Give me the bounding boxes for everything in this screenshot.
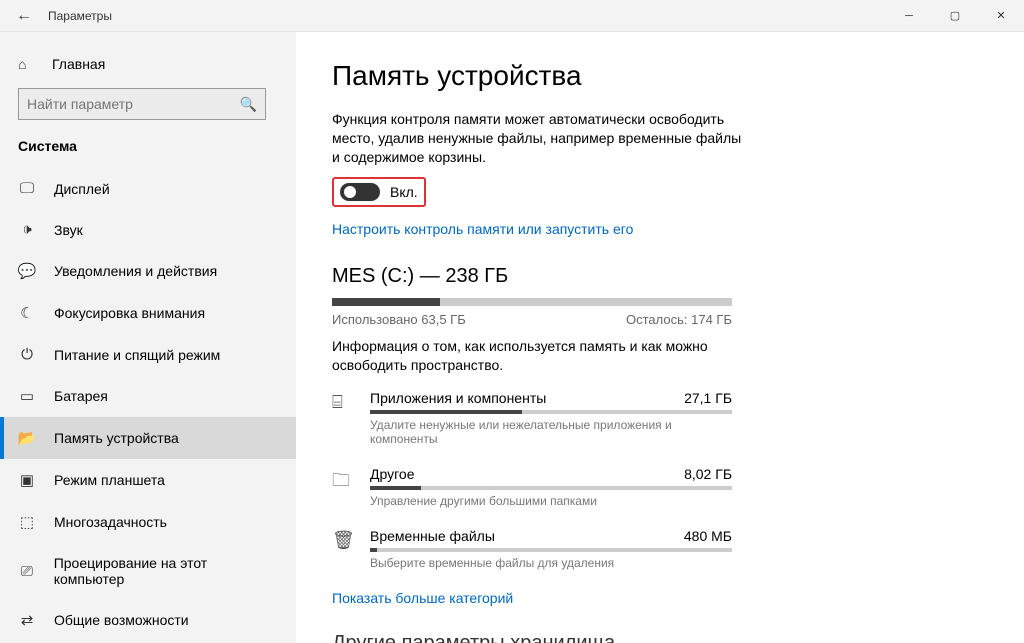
other-storage-heading: Другие параметры хранилища xyxy=(332,632,988,643)
content-pane: Память устройства Функция контроля памят… xyxy=(296,32,1024,643)
storage-sense-toggle[interactable] xyxy=(340,183,380,201)
search-input-wrapper[interactable]: 🔍 xyxy=(18,88,266,120)
sidebar-item-notify[interactable]: 💬 Уведомления и действия xyxy=(0,250,296,292)
sidebar-item-power[interactable]: ⏻ Питание и спящий режим xyxy=(0,334,296,375)
maximize-button[interactable]: ▢ xyxy=(932,0,978,32)
toggle-label: Вкл. xyxy=(390,184,418,200)
multitask-icon: ⬚ xyxy=(18,513,36,531)
category-bar xyxy=(370,548,732,552)
search-icon: 🔍 xyxy=(240,96,257,113)
drive-title: MES (C:) — 238 ГБ xyxy=(332,265,988,288)
back-button[interactable]: ← xyxy=(0,7,48,25)
category-name: Приложения и компоненты xyxy=(370,390,546,406)
tablet-icon: ▣ xyxy=(18,471,36,489)
sidebar-item-label: Проецирование на этот компьютер xyxy=(54,555,278,587)
drive-used-label: Использовано 63,5 ГБ xyxy=(332,312,466,327)
search-input[interactable] xyxy=(27,96,240,112)
other-icon: 🗀 xyxy=(332,466,354,498)
page-title: Память устройства xyxy=(332,60,988,92)
category-name: Временные файлы xyxy=(370,528,495,544)
drive-info-text: Информация о том, как используется памят… xyxy=(332,337,732,375)
sidebar-item-label: Дисплей xyxy=(54,181,110,197)
category-other[interactable]: 🗀 Другое 8,02 ГБ Управление другими большим… xyxy=(332,466,732,508)
notify-icon: 💬 xyxy=(18,262,36,280)
titlebar: ← Параметры ─ ▢ ✕ xyxy=(0,0,1024,32)
configure-storage-sense-link[interactable]: Настроить контроль памяти или запустить … xyxy=(332,221,988,237)
category-apps[interactable]: ⌸ Приложения и компоненты 27,1 ГБ Удалите н… xyxy=(332,390,732,446)
home-label: Главная xyxy=(52,56,105,72)
display-icon: 🖵 xyxy=(18,180,36,197)
sidebar-item-label: Батарея xyxy=(54,388,108,404)
sidebar-item-battery[interactable]: ▭ Батарея xyxy=(0,375,296,417)
window-title: Параметры xyxy=(48,9,886,23)
sidebar-item-storage[interactable]: 📂 Память устройства xyxy=(0,417,296,459)
category-sub: Удалите ненужные или нежелательные прило… xyxy=(370,418,732,446)
apps-icon: ⌸ xyxy=(332,390,354,413)
show-more-categories-link[interactable]: Показать больше категорий xyxy=(332,590,988,606)
sidebar-item-shared[interactable]: ⇄ Общие возможности xyxy=(0,599,296,641)
sidebar-item-project[interactable]: ⎚ Проецирование на этот компьютер xyxy=(0,543,296,599)
sidebar-item-tablet[interactable]: ▣ Режим планшета xyxy=(0,459,296,501)
sidebar-item-multitask[interactable]: ⬚ Многозадачность xyxy=(0,501,296,543)
category-sub: Выберите временные файлы для удаления xyxy=(370,556,732,570)
focus-icon: ☾ xyxy=(18,304,36,322)
category-bar xyxy=(370,410,732,414)
drive-free-label: Осталось: 174 ГБ xyxy=(626,312,732,327)
drive-usage-bar xyxy=(332,298,732,306)
power-icon: ⏻ xyxy=(18,346,36,363)
storage-sense-description: Функция контроля памяти может автоматиче… xyxy=(332,110,752,167)
shared-icon: ⇄ xyxy=(18,611,36,629)
project-icon: ⎚ xyxy=(18,563,36,580)
sidebar-item-display[interactable]: 🖵 Дисплей xyxy=(0,168,296,209)
sidebar-item-label: Фокусировка внимания xyxy=(54,305,205,321)
category-size: 27,1 ГБ xyxy=(684,390,732,406)
category-bar xyxy=(370,486,732,490)
minimize-button[interactable]: ─ xyxy=(886,0,932,32)
sidebar-section-label: Система xyxy=(0,132,296,168)
sidebar: ⌂ Главная 🔍 Система 🖵 Дисплей 🕩 Звук 💬 Уведом… xyxy=(0,32,296,643)
sidebar-item-sound[interactable]: 🕩 Звук xyxy=(0,209,296,250)
category-sub: Управление другими большими папками xyxy=(370,494,732,508)
category-name: Другое xyxy=(370,466,414,482)
sidebar-item-label: Общие возможности xyxy=(54,612,189,628)
category-size: 8,02 ГБ xyxy=(684,466,732,482)
sidebar-home[interactable]: ⌂ Главная xyxy=(0,48,296,80)
sidebar-item-label: Многозадачность xyxy=(54,514,167,530)
category-size: 480 МБ xyxy=(684,528,732,544)
close-button[interactable]: ✕ xyxy=(978,0,1024,32)
storage-icon: 📂 xyxy=(18,429,36,447)
storage-sense-toggle-row: Вкл. xyxy=(332,177,426,207)
sidebar-item-label: Режим планшета xyxy=(54,472,165,488)
sidebar-item-focus[interactable]: ☾ Фокусировка внимания xyxy=(0,292,296,334)
sound-icon: 🕩 xyxy=(18,221,36,238)
battery-icon: ▭ xyxy=(18,387,36,405)
sidebar-item-label: Уведомления и действия xyxy=(54,263,217,279)
home-icon: ⌂ xyxy=(18,56,36,72)
sidebar-item-label: Питание и спящий режим xyxy=(54,347,220,363)
temp-icon: 🗑 xyxy=(332,528,354,551)
sidebar-item-label: Память устройства xyxy=(54,430,179,446)
category-temp[interactable]: 🗑 Временные файлы 480 МБ Выберите временные… xyxy=(332,528,732,570)
sidebar-item-label: Звук xyxy=(54,222,83,238)
